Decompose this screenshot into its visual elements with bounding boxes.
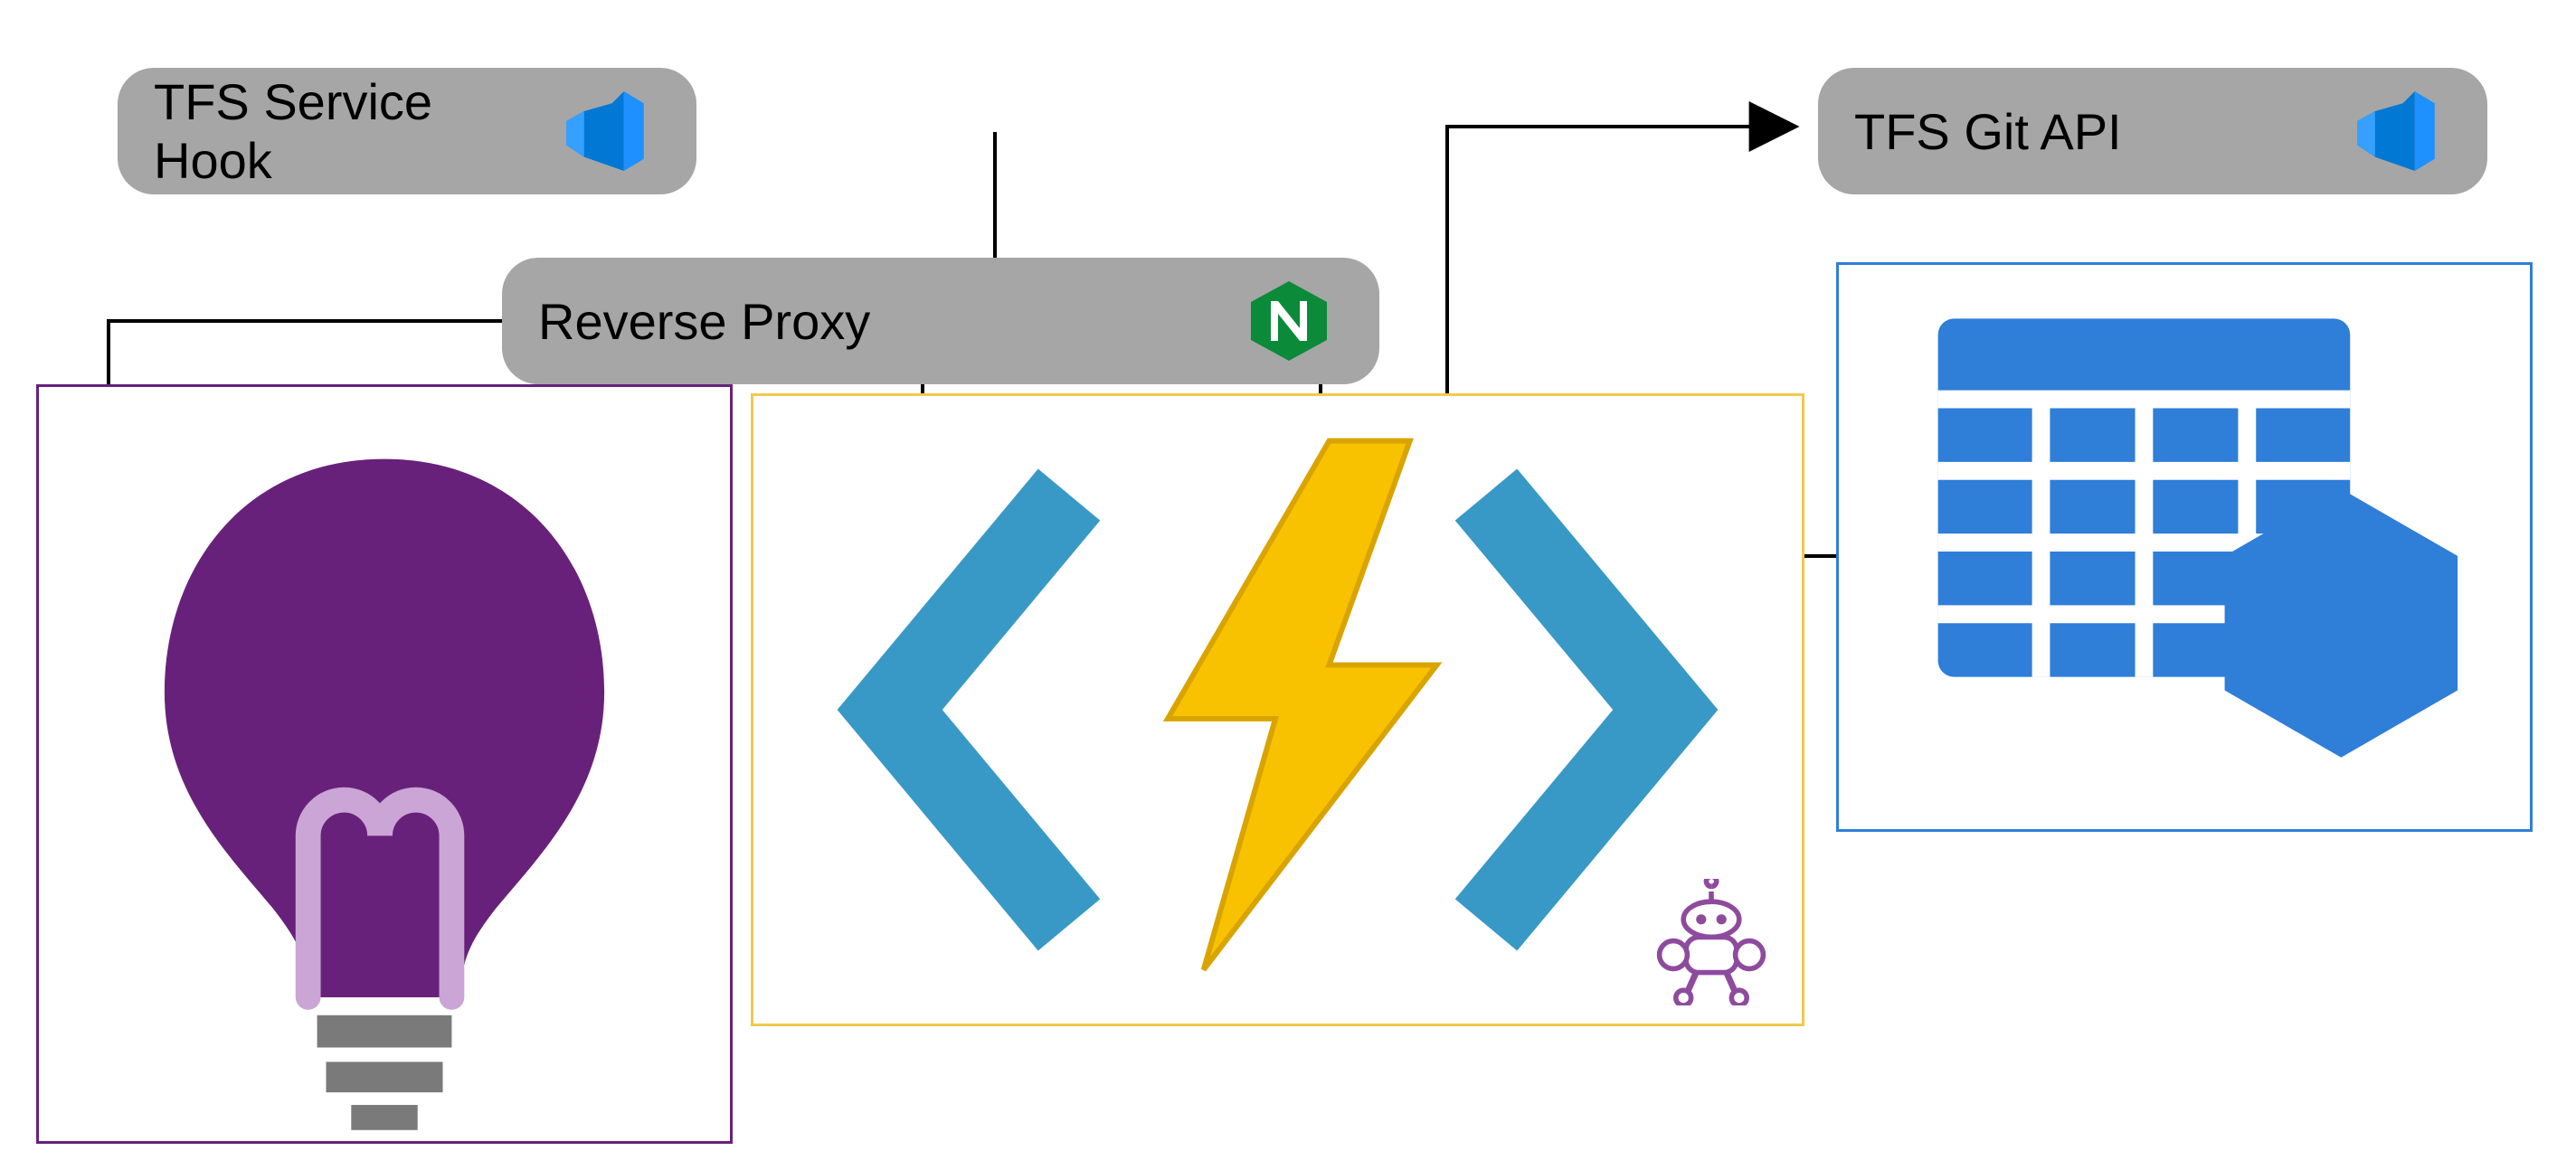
vsts-icon: [2343, 81, 2451, 181]
table-hexagon-icon: [1839, 265, 2530, 829]
lightbulb-icon: [39, 387, 730, 1141]
nginx-icon: [1235, 276, 1343, 366]
panel-app-insights: [36, 384, 733, 1144]
node-label: TFS Git API: [1854, 102, 2343, 161]
panel-table-storage: [1836, 262, 2533, 832]
node-reverse-proxy: Reverse Proxy: [502, 258, 1379, 384]
node-label: Reverse Proxy: [538, 292, 1235, 351]
architecture-diagram: TFS Service Hook Reverse Proxy TFS Git A…: [0, 0, 2576, 1170]
functions-icon: [753, 396, 1802, 1024]
vsts-icon: [552, 81, 660, 181]
node-tfs-service-hook: TFS Service Hook: [118, 68, 696, 194]
robot-icon: [1648, 879, 1775, 1005]
node-tfs-git-api: TFS Git API: [1818, 68, 2487, 194]
node-label: TFS Service Hook: [154, 72, 552, 190]
panel-azure-functions: [751, 393, 1804, 1026]
